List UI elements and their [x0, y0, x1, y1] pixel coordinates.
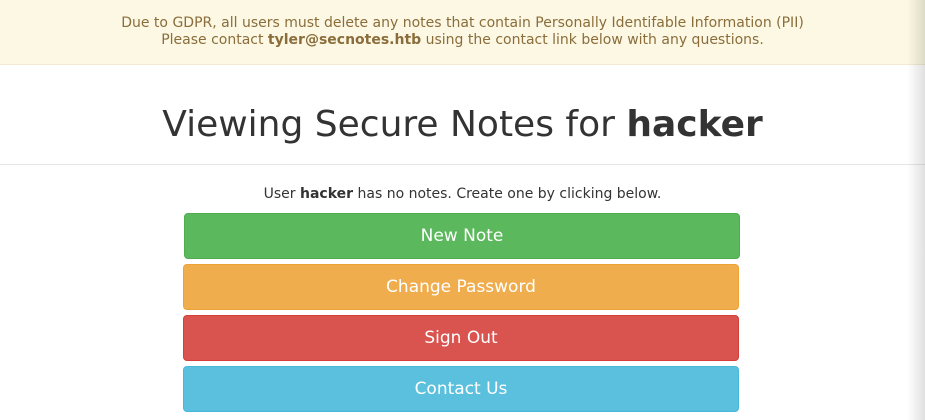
no-notes-suffix: has no notes. Create one by clicking bel… [353, 186, 662, 202]
gdpr-notice-line2-suffix: using the contact link below with any qu… [421, 32, 764, 48]
sign-out-button[interactable]: Sign Out [183, 315, 739, 361]
page-title-username: hacker [626, 104, 763, 145]
change-password-button[interactable]: Change Password [183, 264, 739, 310]
page-title: Viewing Secure Notes for hacker [0, 102, 925, 148]
page-header: Viewing Secure Notes for hacker [0, 66, 925, 165]
page-title-prefix: Viewing Secure Notes for [162, 104, 627, 145]
no-notes-prefix: User [263, 186, 300, 202]
secnotes-home-page: Due to GDPR, all users must delete any n… [0, 0, 925, 420]
gdpr-notice-line2: Please contact tyler@secnotes.htb using … [0, 32, 925, 49]
contact-email: tyler@secnotes.htb [267, 32, 422, 48]
gdpr-notice-line2-prefix: Please contact [161, 32, 268, 48]
gdpr-notice-banner: Due to GDPR, all users must delete any n… [0, 0, 925, 65]
contact-us-button[interactable]: Contact Us [183, 366, 739, 412]
no-notes-username: hacker [300, 186, 354, 202]
gdpr-notice-line1: Due to GDPR, all users must delete any n… [121, 15, 804, 31]
no-notes-message: User hacker has no notes. Create one by … [0, 185, 925, 203]
new-note-button[interactable]: New Note [184, 213, 740, 259]
